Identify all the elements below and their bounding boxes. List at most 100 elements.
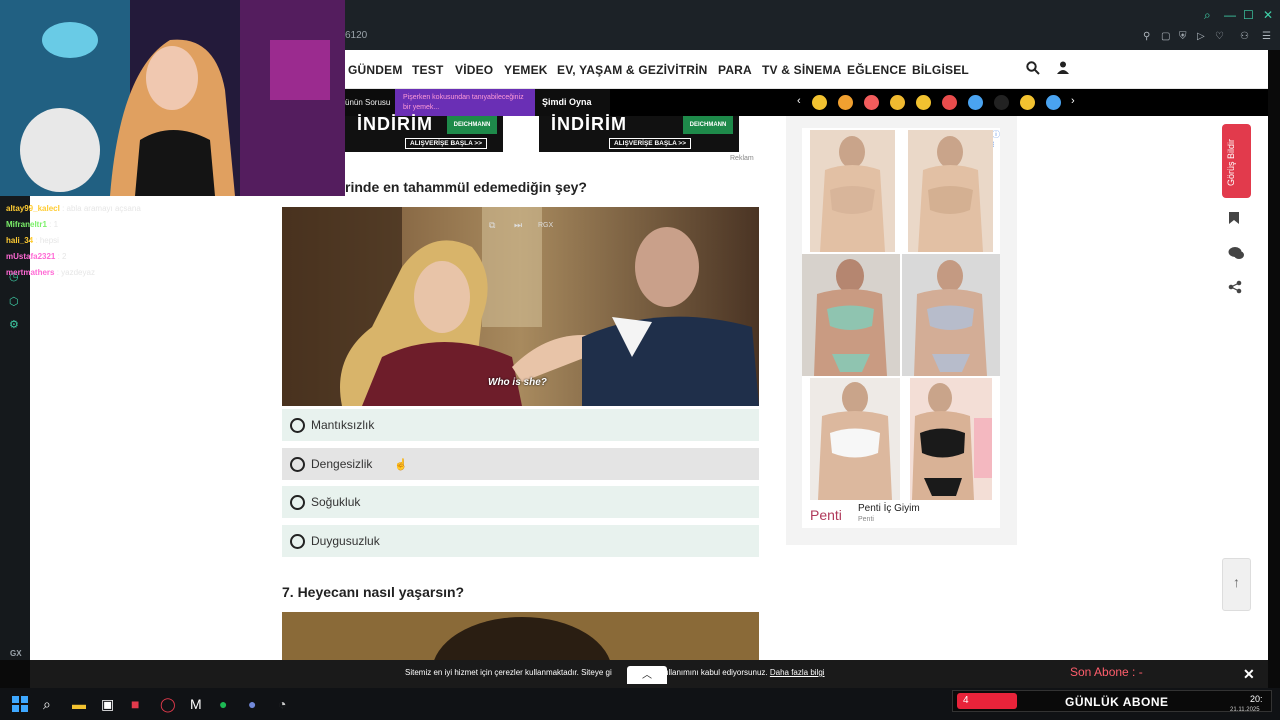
- bookmark-icon[interactable]: [1228, 211, 1240, 228]
- emoji-category-6[interactable]: [942, 95, 957, 110]
- last-subscriber-label: Son Abone : -: [1070, 665, 1143, 679]
- search-icon[interactable]: ⌕: [43, 696, 51, 713]
- emoji-category-2[interactable]: [838, 95, 853, 110]
- play-now-button[interactable]: Şimdi Oyna: [535, 89, 610, 116]
- product-photo[interactable]: [810, 378, 900, 500]
- skip-icon[interactable]: ⏭: [514, 220, 522, 231]
- play-icon[interactable]: ▷: [1197, 31, 1205, 42]
- heart-icon[interactable]: ♡: [1215, 31, 1224, 42]
- cookie-collapse-button[interactable]: ︿: [627, 666, 667, 684]
- feedback-button[interactable]: Görüş Bildir: [1222, 124, 1251, 198]
- file-explorer-icon[interactable]: ▬: [72, 696, 86, 712]
- maximize-icon[interactable]: ☐: [1243, 8, 1254, 22]
- promo-game-teaser[interactable]: Pişerken kokusundan tanıyabileceğiniz bi…: [395, 89, 535, 116]
- chat-text: : 2: [57, 252, 67, 261]
- nav-item-test[interactable]: TEST: [412, 63, 443, 77]
- clock-date[interactable]: 21.11.2025: [1230, 707, 1260, 713]
- nav-item-bilgisel[interactable]: BİLGİSEL: [912, 63, 969, 77]
- spotify-icon[interactable]: ●: [219, 696, 227, 712]
- emoji-category-10[interactable]: [1046, 95, 1061, 110]
- emoji-category-8[interactable]: [994, 95, 1009, 110]
- close-window-icon[interactable]: ✕: [1263, 8, 1273, 22]
- nav-item-para[interactable]: PARA: [718, 63, 752, 77]
- app-icon-obs[interactable]: ◔: [278, 696, 286, 712]
- product-photo[interactable]: [802, 254, 900, 376]
- nav-item-yemek[interactable]: YEMEK: [504, 63, 548, 77]
- radio-icon[interactable]: [290, 534, 305, 549]
- product-photo[interactable]: [902, 254, 1000, 376]
- app-icon[interactable]: ▣: [101, 696, 114, 713]
- ad-card[interactable]: ⓘ ⁝ Penti Penti İç Giyim Penti: [802, 128, 1000, 528]
- windows-start-icon[interactable]: [12, 696, 28, 715]
- sidebar-ad[interactable]: ⓘ ⁝ Penti Penti İç Giyim Penti: [786, 116, 1017, 545]
- ad-info-icon[interactable]: ⓘ ⁝: [992, 129, 1000, 149]
- nav-item-tv-sinema[interactable]: TV & SİNEMA: [762, 63, 842, 77]
- extensions-icon[interactable]: ⬡: [9, 295, 19, 308]
- product-photo[interactable]: [908, 130, 993, 252]
- search-icon[interactable]: [1026, 61, 1040, 78]
- nav-item-video[interactable]: VİDEO: [455, 63, 493, 77]
- answer-label: Mantıksızlık: [311, 418, 375, 432]
- answer-label: Soğukluk: [311, 495, 361, 509]
- settings-icon[interactable]: ⚙: [9, 318, 19, 331]
- emoji-category-4[interactable]: [890, 95, 905, 110]
- brand-name[interactable]: Penti İç Giyim: [858, 503, 920, 514]
- snapshot-icon[interactable]: ▢: [1161, 31, 1170, 42]
- nav-item-vitrin[interactable]: VİTRİN: [667, 63, 708, 77]
- nav-item-eglence[interactable]: EĞLENCE: [847, 63, 906, 77]
- clock-time[interactable]: 20:: [1250, 694, 1263, 704]
- emoji-category-1[interactable]: [812, 95, 827, 110]
- pip-icon[interactable]: ⧉: [489, 220, 495, 231]
- nav-item-ev-yasam[interactable]: EV, YAŞAM & GEZİ: [557, 63, 667, 77]
- share-icon[interactable]: [1228, 280, 1242, 297]
- opera-gx-icon[interactable]: ◯: [160, 696, 176, 713]
- radio-icon[interactable]: [290, 495, 305, 510]
- question-title: 7. Heyecanı nasıl yaşarsın?: [282, 584, 465, 600]
- address-bar[interactable]: 6120: [345, 30, 367, 41]
- product-photo[interactable]: [810, 130, 895, 252]
- ad-label: Reklam: [730, 155, 754, 162]
- answer-option-2[interactable]: Dengesizlik ☝: [282, 448, 759, 480]
- search-icon[interactable]: ⌕: [1204, 8, 1211, 23]
- user-icon[interactable]: [1057, 61, 1069, 77]
- product-photo[interactable]: [910, 378, 992, 500]
- brand-logo[interactable]: Penti: [810, 507, 842, 523]
- ad-banner-right[interactable]: İNDİRİM DEICHMANN ALIŞVERİŞE BAŞLA >>: [539, 114, 739, 152]
- ad-banner-left[interactable]: İNDİRİM DEICHMANN ALIŞVERİŞE BAŞLA >>: [345, 114, 503, 152]
- screen: 6120 ⌕ — ☐ ✕ ⚲ ▢ ⛨ ▷ ♡ ⚇ ☰ ◷ ⬡ ⚙ GX GÜND…: [0, 0, 1280, 720]
- answer-option-1[interactable]: Mantıksızlık: [282, 409, 759, 441]
- radio-icon[interactable]: [290, 457, 305, 472]
- answer-option-3[interactable]: Soğukluk: [282, 486, 759, 518]
- pin-icon[interactable]: ⚲: [1143, 31, 1150, 42]
- ad-brand-logo: DEICHMANN: [447, 116, 497, 134]
- cookie-more-info-link[interactable]: Daha fazla bilgi: [770, 668, 825, 677]
- radio-icon[interactable]: [290, 418, 305, 433]
- minimize-icon[interactable]: —: [1224, 8, 1236, 22]
- emoji-category-9[interactable]: [1020, 95, 1035, 110]
- promo-question-of-day[interactable]: ünün Sorusu: [345, 89, 395, 116]
- ad-cta[interactable]: ALIŞVERİŞE BAŞLA >>: [609, 138, 691, 149]
- emoji-category-5[interactable]: [916, 95, 931, 110]
- answer-option-4[interactable]: Duygusuzluk: [282, 525, 759, 557]
- nav-item-gundem[interactable]: GÜNDEM: [348, 63, 403, 77]
- taskbar: ⌕ ▬ ▣ ■ ◯ M ● ● ◔ 4 GÜNLÜK ABONE 20: 21.…: [0, 688, 1280, 720]
- ad-cta[interactable]: ALIŞVERİŞE BAŞLA >>: [405, 138, 487, 149]
- chat-message: mUstafa2321 : 2: [6, 252, 67, 261]
- emoji-category-7[interactable]: [968, 95, 983, 110]
- chevron-right-icon[interactable]: ›: [1071, 95, 1075, 107]
- app-icon-red[interactable]: ■: [131, 696, 139, 712]
- discord-icon[interactable]: ●: [248, 696, 256, 712]
- gx-label: GX: [10, 649, 22, 658]
- cookie-text-part1: Sitemiz en iyi hizmet için çerezler kull…: [405, 668, 612, 677]
- chevron-left-icon[interactable]: ‹: [797, 95, 801, 107]
- close-icon[interactable]: ✕: [1243, 666, 1255, 683]
- hand-cursor-icon: ☝: [394, 459, 408, 471]
- app-icon-m[interactable]: M: [190, 696, 202, 712]
- shield-icon[interactable]: ⛨: [1179, 31, 1187, 42]
- emoji-category-3[interactable]: [864, 95, 879, 110]
- daily-sub-widget: 4 GÜNLÜK ABONE: [952, 690, 1272, 712]
- account-icon[interactable]: ⚇: [1240, 31, 1249, 42]
- comments-icon[interactable]: [1228, 246, 1244, 263]
- scroll-to-top-button[interactable]: ↑: [1222, 558, 1251, 611]
- menu-icon[interactable]: ☰: [1262, 31, 1271, 42]
